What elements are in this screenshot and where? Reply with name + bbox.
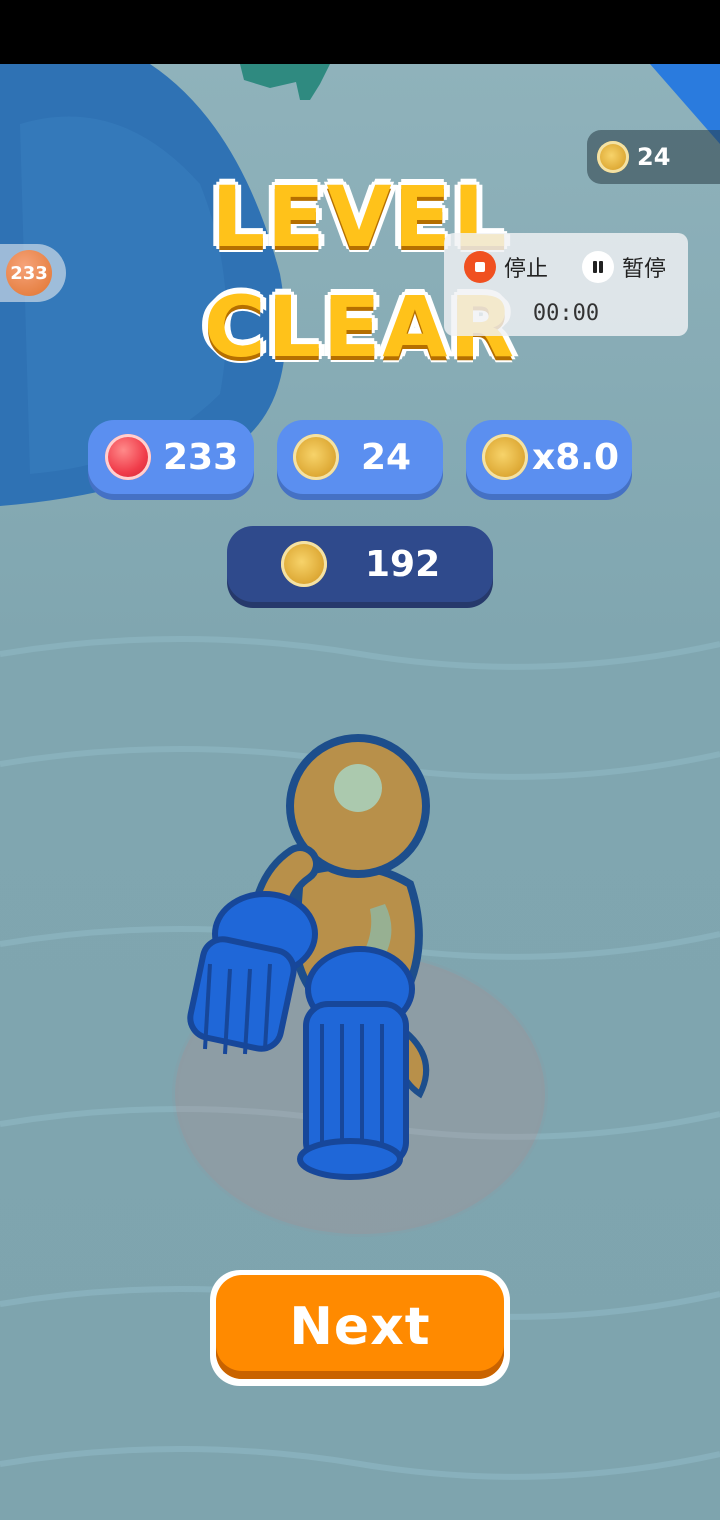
coins-reward-pill: 24 <box>277 420 443 494</box>
recording-timer: 00:00 <box>532 301 600 326</box>
coin-icon <box>482 434 528 480</box>
total-reward-pill: 192 <box>227 526 493 602</box>
gem-side-badge: 233 <box>0 244 66 302</box>
plant <box>240 64 330 100</box>
stop-icon <box>464 251 496 283</box>
status-bar <box>0 0 720 64</box>
gem-icon <box>105 434 151 480</box>
coins-reward-value: 24 <box>361 436 412 478</box>
coin-counter-badge: 24 <box>587 130 720 184</box>
gems-reward-pill: 233 <box>88 420 254 494</box>
coin-icon <box>597 141 629 173</box>
coin-counter-value: 24 <box>637 143 671 171</box>
gems-reward-value: 233 <box>163 436 239 478</box>
gem-side-count: 233 <box>6 250 52 296</box>
stop-recording-button[interactable]: 停止 <box>464 251 548 283</box>
pause-label: 暂停 <box>622 257 667 282</box>
pause-icon <box>582 251 614 283</box>
next-button[interactable]: Next <box>210 1270 510 1386</box>
stop-label: 停止 <box>504 257 549 282</box>
coin-icon <box>293 434 339 480</box>
screen-recorder-panel: 停止 暂停 00:00 <box>444 233 688 336</box>
pause-recording-button[interactable]: 暂停 <box>582 251 666 283</box>
multiplier-pill: x8.0 <box>466 420 632 494</box>
coin-icon <box>281 541 327 587</box>
multiplier-value: x8.0 <box>532 436 619 478</box>
next-button-label: Next <box>216 1275 504 1379</box>
total-reward-value: 192 <box>365 543 441 585</box>
